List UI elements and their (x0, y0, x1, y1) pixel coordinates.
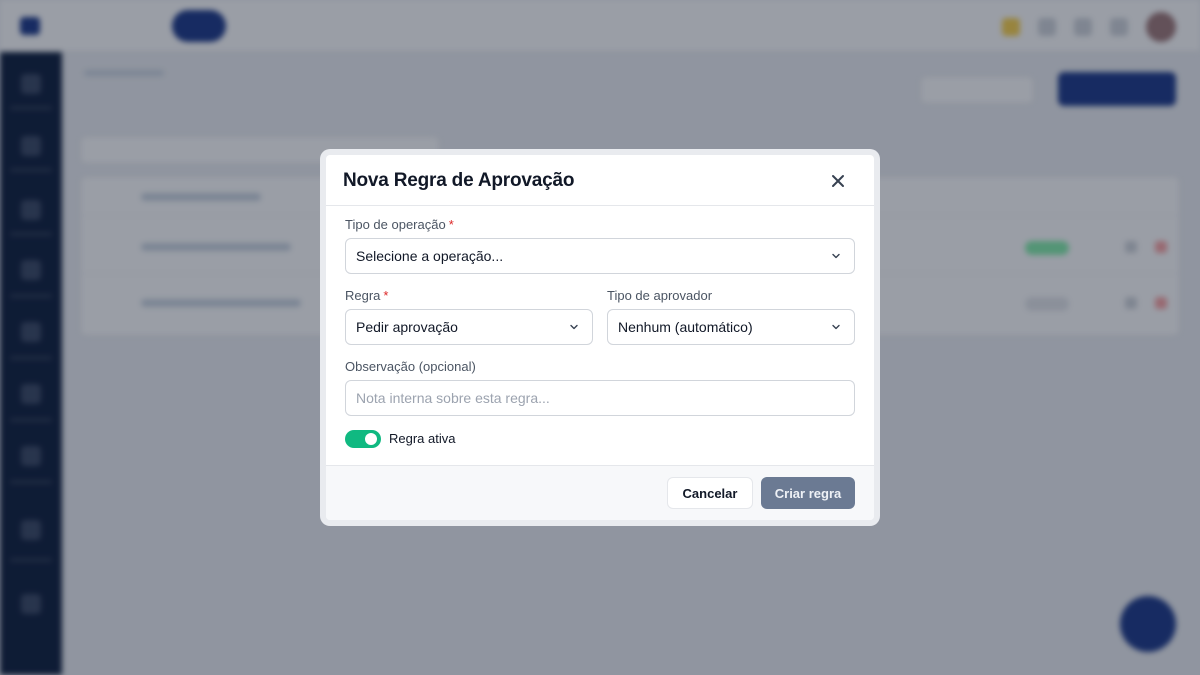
active-rule-label: Regra ativa (389, 431, 456, 446)
close-button[interactable] (826, 169, 850, 193)
create-rule-button[interactable]: Criar regra (761, 477, 855, 509)
note-input[interactable] (345, 380, 855, 416)
required-mark: * (383, 288, 389, 303)
modal-footer: Cancelar Criar regra (326, 465, 874, 520)
approver-type-label: Tipo de aprovador (607, 288, 713, 303)
cancel-button[interactable]: Cancelar (667, 477, 753, 509)
chevron-down-icon (832, 324, 840, 330)
approver-type-value: Nenhum (automático) (618, 319, 753, 335)
new-approval-rule-modal: Nova Regra de Aprovação Tipo de operação… (326, 155, 874, 520)
note-label: Observação (opcional) (345, 359, 476, 374)
close-icon (832, 175, 844, 187)
operation-type-label: Tipo de operação * (345, 217, 454, 232)
rule-label-text: Regra (345, 288, 381, 303)
active-rule-toggle[interactable] (345, 430, 381, 448)
rule-select[interactable]: Pedir aprovação (345, 309, 593, 345)
operation-type-select[interactable]: Selecione a operação... (345, 238, 855, 274)
toggle-knob (365, 433, 377, 445)
chevron-down-icon (570, 324, 578, 330)
modal-title: Nova Regra de Aprovação (343, 170, 575, 191)
rule-value: Pedir aprovação (356, 319, 458, 335)
rule-label: Regra * (345, 288, 388, 303)
operation-type-label-text: Tipo de operação (345, 217, 446, 232)
required-mark: * (448, 217, 454, 232)
chevron-down-icon (832, 253, 840, 259)
approver-type-select[interactable]: Nenhum (automático) (607, 309, 855, 345)
modal-header: Nova Regra de Aprovação (326, 155, 874, 206)
operation-type-value: Selecione a operação... (356, 248, 504, 264)
